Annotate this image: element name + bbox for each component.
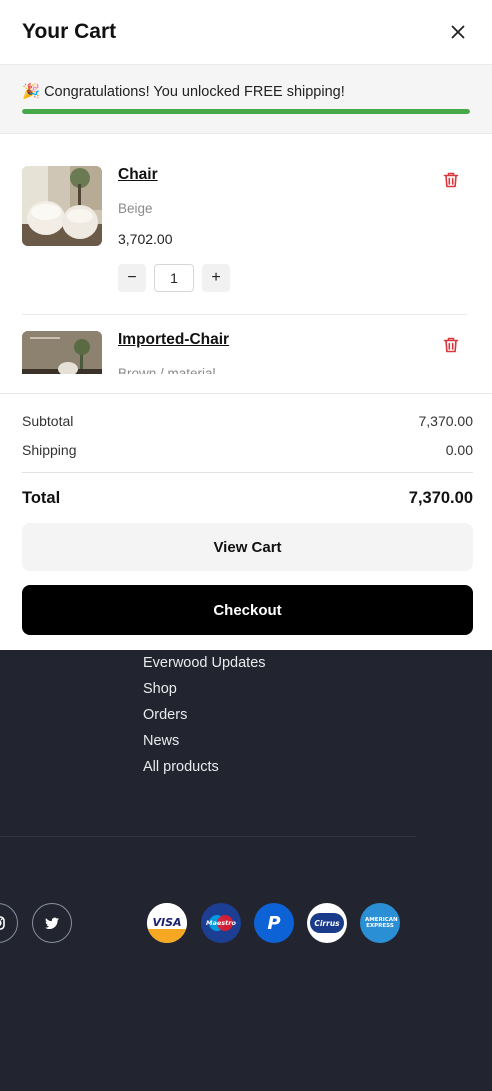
cirrus-text: Cirrus: [314, 918, 340, 928]
visa-icon: VISA: [147, 903, 187, 943]
free-shipping-banner: 🎉 Congratulations! You unlocked FREE shi…: [0, 65, 492, 134]
shipping-message: 🎉 Congratulations! You unlocked FREE shi…: [22, 65, 470, 101]
party-popper-icon: 🎉: [22, 84, 41, 100]
total-value: 7,370.00: [408, 489, 473, 507]
product-image[interactable]: [22, 166, 102, 246]
subtotal-value: 7,370.00: [418, 413, 474, 429]
shipping-row: Shipping 0.00: [22, 442, 473, 458]
footer-links: Everwood Updates Shop Orders News All pr…: [143, 650, 266, 780]
quantity-stepper: − 1 +: [118, 264, 230, 292]
footer-link-news[interactable]: News: [143, 728, 266, 754]
close-icon[interactable]: [446, 20, 470, 44]
footer-divider: [0, 836, 416, 837]
product-variant: Brown / material: [118, 366, 216, 374]
page: Everwood Updates Shop Orders News All pr…: [0, 0, 492, 1091]
footer-link-shop[interactable]: Shop: [143, 676, 266, 702]
shipping-message-text: Congratulations! You unlocked FREE shipp…: [44, 83, 345, 100]
twitter-icon[interactable]: [32, 903, 72, 943]
view-cart-button[interactable]: View Cart: [22, 523, 473, 571]
paypal-icon: P: [254, 903, 294, 943]
product-price: 3,702.00: [118, 231, 173, 247]
decrease-quantity-button[interactable]: −: [118, 264, 146, 292]
cart-title: Your Cart: [22, 20, 117, 43]
total-label: Total: [22, 489, 61, 507]
summary-divider: [22, 472, 473, 473]
product-name-link[interactable]: Imported-Chair: [118, 331, 229, 349]
footer-link-all-products[interactable]: All products: [143, 754, 266, 780]
product-image[interactable]: [22, 331, 102, 374]
shipping-progress-fill: [22, 109, 470, 114]
visa-text: VISA: [147, 903, 187, 929]
footer-link-everwood-updates[interactable]: Everwood Updates: [143, 650, 266, 676]
product-name-link[interactable]: Chair: [118, 166, 158, 184]
increase-quantity-button[interactable]: +: [202, 264, 230, 292]
american-express-icon: AMERICAN EXPRESS: [360, 903, 400, 943]
cart-header: Your Cart: [0, 0, 492, 65]
paypal-text: P: [267, 912, 281, 934]
cart-item: Imported-Chair Brown / material: [22, 331, 467, 374]
trash-icon[interactable]: [442, 171, 460, 189]
shipping-value: 0.00: [445, 442, 473, 458]
item-divider: [22, 314, 467, 315]
maestro-text: Maestro: [206, 919, 236, 927]
subtotal-row: Subtotal 7,370.00: [22, 413, 473, 429]
total-row: Total 7,370.00: [22, 489, 473, 508]
cart-summary: Subtotal 7,370.00 Shipping 0.00 Total 7,…: [0, 393, 492, 650]
cart-items: Chair Beige 3,702.00 − 1 + Imported-Chai…: [0, 134, 492, 374]
shipping-progress-bar: [22, 109, 470, 114]
instagram-icon[interactable]: [0, 903, 18, 943]
cirrus-icon: Cirrus: [307, 903, 347, 943]
quantity-input[interactable]: 1: [154, 264, 194, 292]
shipping-label: Shipping: [22, 442, 77, 458]
product-variant: Beige: [118, 201, 153, 216]
cart-drawer: Your Cart 🎉 Congratulations! You unlocke…: [0, 0, 492, 650]
trash-icon[interactable]: [442, 336, 460, 354]
subtotal-label: Subtotal: [22, 413, 74, 429]
maestro-icon: Maestro: [201, 903, 241, 943]
footer-link-orders[interactable]: Orders: [143, 702, 266, 728]
amex-text: AMERICAN EXPRESS: [365, 916, 398, 930]
cart-item: Chair Beige 3,702.00 − 1 +: [22, 166, 467, 306]
checkout-button[interactable]: Checkout: [22, 585, 473, 635]
